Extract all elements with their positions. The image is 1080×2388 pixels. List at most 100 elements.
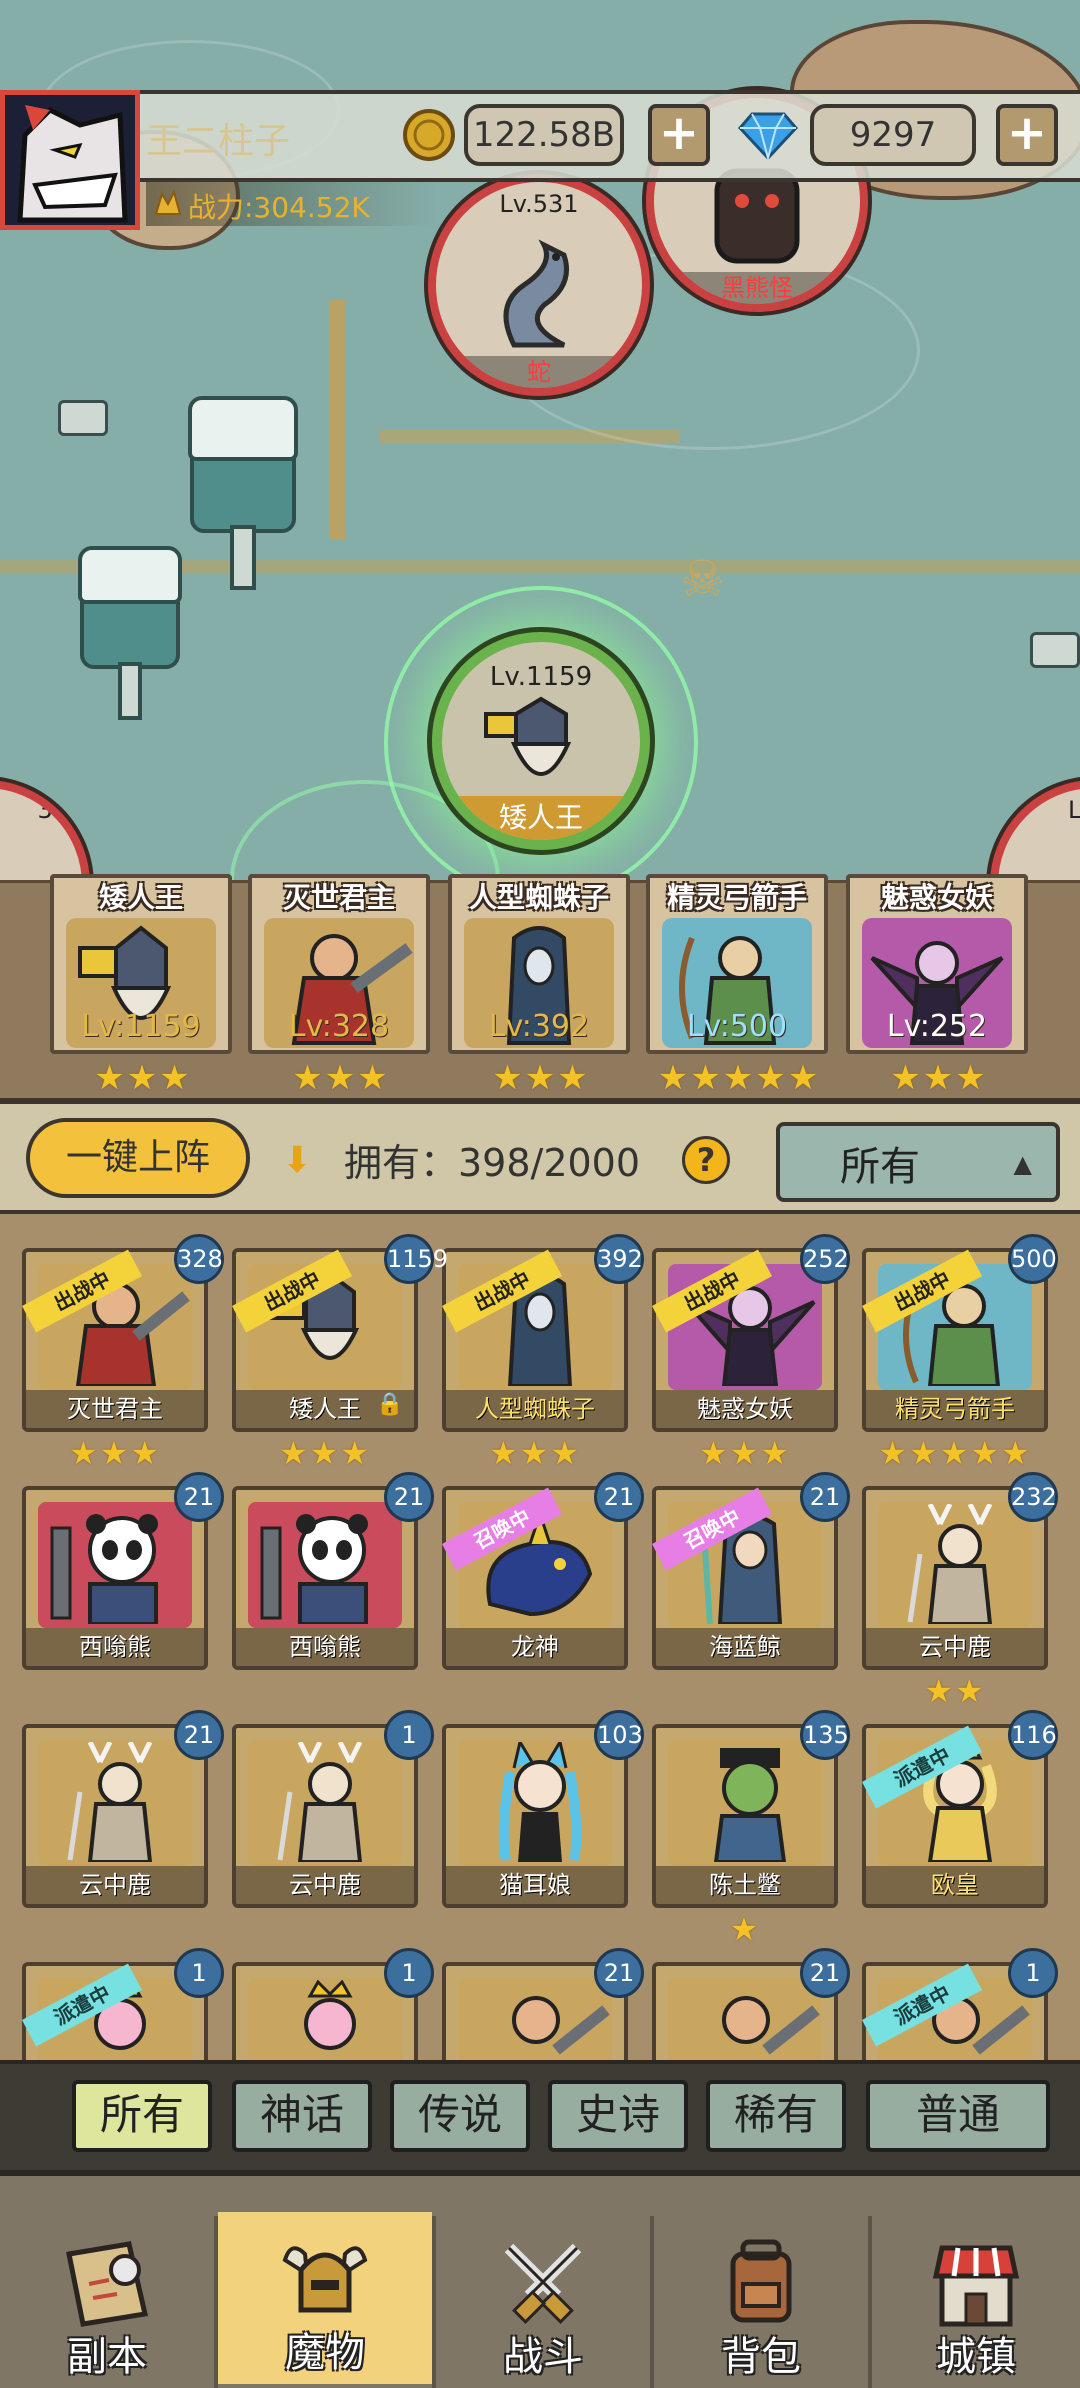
- wolf-avatar-icon: [17, 105, 128, 223]
- level-badge: 21: [594, 1948, 644, 1998]
- team-hero-name: 矮人王: [98, 881, 183, 914]
- node-level: Lv.1159: [489, 662, 593, 692]
- rarity-tab-all[interactable]: 所有: [72, 2080, 212, 2152]
- lock-icon: 🔒: [376, 1392, 404, 1417]
- team-slot[interactable]: 矮人王 Lv:1159: [50, 874, 232, 1054]
- team-slot[interactable]: 人型蜘蛛子 Lv:392: [448, 874, 630, 1054]
- level-badge: 1: [1008, 1948, 1058, 1998]
- monster-name: 西嗡熊: [236, 1628, 414, 1666]
- node-level: 31: [37, 796, 68, 824]
- cloud-deer-icon: [277, 1742, 363, 1862]
- nav-label: 战斗: [503, 2334, 583, 2380]
- monster-name: 云中鹿: [236, 1866, 414, 1904]
- map-stump: [58, 400, 108, 436]
- team-slot[interactable]: 灭世君主 Lv:328: [248, 874, 430, 1054]
- help-button[interactable]: ?: [682, 1136, 730, 1184]
- team-hero-name: 人型蜘蛛子: [468, 881, 609, 914]
- monster-stars: ★: [729, 1910, 761, 1948]
- team-hero-stars: ★★★: [492, 1058, 590, 1098]
- gold-amount: 122.58B: [464, 104, 624, 166]
- map-stump: [1030, 632, 1080, 668]
- level-badge: 21: [594, 1472, 644, 1522]
- add-gems-button[interactable]: +: [996, 104, 1058, 166]
- rarity-tab-legendary[interactable]: 传说: [390, 2080, 530, 2152]
- map-node-snake[interactable]: Lv.531 蛇: [428, 174, 650, 396]
- level-badge: 21: [800, 1472, 850, 1522]
- crossed-swords-icon: [504, 2243, 582, 2324]
- monster-name: 龙神: [446, 1628, 624, 1666]
- team-hero-stars: ★★★: [890, 1058, 988, 1098]
- sort-arrow-icon[interactable]: ⬇: [282, 1140, 312, 1181]
- team-hero-name: 精灵弓箭手: [666, 881, 807, 914]
- level-badge: 252: [800, 1234, 850, 1284]
- nav-dungeon[interactable]: 副本: [0, 2216, 214, 2388]
- cloud-deer-icon: [67, 1742, 153, 1862]
- node-name: 蛇: [436, 356, 642, 388]
- nav-backpack[interactable]: 背包: [654, 2216, 868, 2388]
- team-hero-level: Lv:500: [686, 1009, 788, 1044]
- level-badge: 21: [174, 1710, 224, 1760]
- rarity-tab-mythic[interactable]: 神话: [232, 2080, 372, 2152]
- cat-girl-icon: [498, 1742, 582, 1862]
- cloud-deer-icon: [907, 1504, 993, 1624]
- monster-name: 海蓝鲸: [656, 1628, 834, 1666]
- level-badge: 1159: [384, 1234, 448, 1284]
- player-name: 王二柱子: [146, 121, 291, 162]
- monster-name: 精灵弓箭手: [866, 1390, 1044, 1428]
- team-hero-stars: ★★★★★: [657, 1058, 821, 1098]
- monster-stars: ★★★: [488, 1434, 582, 1472]
- team-hero-level: Lv:328: [288, 1009, 390, 1044]
- level-badge: 328: [174, 1234, 224, 1284]
- caret-up-icon: ▲: [1013, 1150, 1032, 1178]
- team-slot[interactable]: 精灵弓箭手 Lv:500: [646, 874, 828, 1054]
- shop-building-icon: [932, 2245, 1020, 2327]
- team-hero-stars: ★★★: [292, 1058, 390, 1098]
- map-path: [330, 300, 346, 540]
- node-name: 矮人王: [442, 796, 640, 840]
- pink-princess-icon: [304, 1980, 356, 2050]
- monster-grid[interactable]: 灭世君主 矮人王 🔒 人型蜘蛛子 魅惑女妖 精灵弓箭手 西嗡熊 西嗡熊 龙神 海…: [0, 1214, 1080, 2064]
- map-scroll-icon: [66, 2241, 149, 2327]
- nav-label: 魔物: [285, 2330, 365, 2376]
- monster-stars: ★★★: [278, 1434, 372, 1472]
- gold-coin-icon: [403, 109, 455, 161]
- monster-stars: ★★★: [698, 1434, 792, 1472]
- power-value: 战力:304.52K: [188, 191, 370, 224]
- level-badge: 500: [1008, 1234, 1058, 1284]
- snake-icon: [503, 239, 569, 348]
- nav-town[interactable]: 城镇: [872, 2216, 1080, 2388]
- level-badge: 21: [800, 1948, 850, 1998]
- monster-stars: ★★★: [68, 1434, 162, 1472]
- team-hero-level: Lv:392: [488, 1009, 590, 1044]
- backpack-icon: [730, 2239, 792, 2323]
- snow-tree: [78, 546, 182, 720]
- warlord-icon: [512, 1996, 610, 2055]
- level-badge: 1: [384, 1710, 434, 1760]
- monster-name: 猫耳娘: [446, 1866, 624, 1904]
- nav-battle[interactable]: 战斗: [436, 2216, 650, 2388]
- level-badge: 1: [174, 1948, 224, 1998]
- team-hero-level: Lv:252: [886, 1009, 988, 1044]
- level-badge: 232: [1008, 1472, 1058, 1522]
- rarity-tab-common[interactable]: 普通: [866, 2080, 1050, 2152]
- monster-stars: ★★: [924, 1672, 986, 1710]
- nav-monsters[interactable]: 魔物: [218, 2212, 432, 2384]
- warlord-icon: [722, 1996, 820, 2055]
- panda-icon: [260, 1514, 368, 1624]
- team-hero-stars: ★★★: [94, 1058, 192, 1098]
- filter-dropdown[interactable]: 所有 ▲: [776, 1122, 1060, 1202]
- add-gold-button[interactable]: +: [648, 104, 710, 166]
- map-node-current[interactable]: Lv.1159 矮人王: [432, 632, 650, 850]
- monster-name: 欧皇: [866, 1866, 1044, 1904]
- filter-value: 所有: [840, 1144, 920, 1190]
- rarity-tab-rare[interactable]: 稀有: [706, 2080, 846, 2152]
- team-hero-level: Lv:1159: [81, 1009, 201, 1044]
- team-slot[interactable]: 魅惑女妖 Lv:252: [846, 874, 1028, 1054]
- player-avatar[interactable]: [0, 90, 140, 230]
- auto-deploy-button[interactable]: 一键上阵: [26, 1118, 250, 1198]
- node-level: Lv.531: [499, 190, 579, 218]
- rarity-tab-epic[interactable]: 史诗: [548, 2080, 688, 2152]
- level-badge: 21: [384, 1472, 434, 1522]
- monster-name: 西嗡熊: [26, 1628, 204, 1666]
- level-badge: 1: [384, 1948, 434, 1998]
